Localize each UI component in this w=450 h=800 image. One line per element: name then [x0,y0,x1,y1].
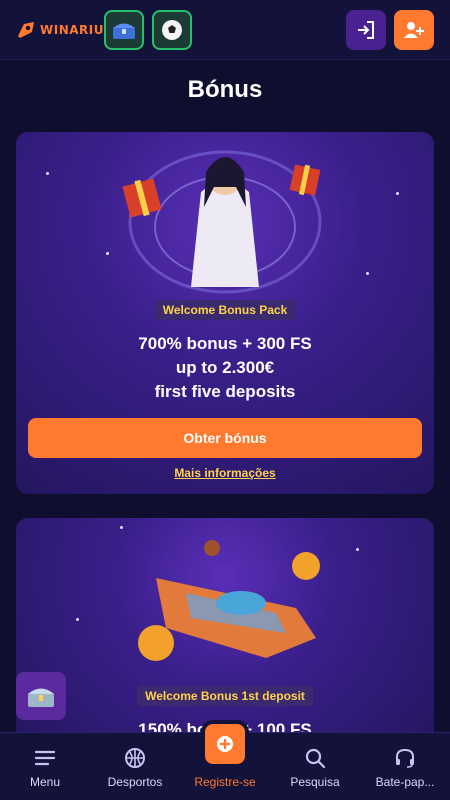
plus-icon [217,736,233,752]
register-header-button[interactable] [394,10,434,50]
nav-label: Desportos [107,775,163,789]
menu-icon [33,746,57,770]
offer-line: 700% bonus + 300 FS [138,334,312,353]
get-bonus-button[interactable]: Obter bónus [28,418,422,458]
bonus-badge: Welcome Bonus Pack [154,300,296,320]
add-user-icon [404,22,424,38]
nav-item-chat[interactable]: Bate-pap... [360,733,450,800]
page-title: Bónus [187,76,263,103]
bonus-offer: 700% bonus + 300 FS up to 2.300€ first f… [16,332,434,404]
headset-icon [393,746,417,770]
bonus-card: Welcome Bonus Pack 700% bonus + 300 FS u… [16,132,434,494]
search-icon [303,746,327,770]
sports-tile-button[interactable] [152,10,192,50]
nav-label: Menu [29,775,61,789]
more-info-link[interactable]: Mais informações [16,466,434,480]
nav-label: Registre-se [194,775,256,789]
header: WINARIUS [0,0,450,60]
nav-label: Bate-pap... [375,775,435,789]
soccer-ball-icon [162,20,182,40]
basketball-icon [123,746,147,770]
gift-box-right-icon [289,164,321,196]
spaceship-illustration [138,540,320,661]
bonus-card: Welcome Bonus 1st deposit 150% bonus + 1… [16,518,434,748]
offer-line: up to 2.300€ [175,358,275,377]
brand-logo[interactable]: WINARIUS [16,19,113,41]
brand-name: WINARIUS [40,23,114,37]
nav-label: Pesquisa [290,775,340,789]
nav-item-sports[interactable]: Desportos [90,733,180,800]
bonus-badge: Welcome Bonus 1st deposit [137,686,313,706]
mystery-box-button[interactable] [104,10,144,50]
rewards-chest-button[interactable] [16,672,66,720]
gift-box-left-icon [122,178,162,218]
login-icon [358,21,374,39]
offer-line: first five deposits [154,382,296,401]
rocket-logo-icon [18,22,34,38]
hero-character-illustration [122,150,322,294]
register-fab-button[interactable] [205,724,245,764]
nav-item-search[interactable]: Pesquisa [270,733,360,800]
treasure-chest-icon [113,23,135,39]
login-button[interactable] [346,10,386,50]
treasure-chest-icon [28,688,54,707]
nav-item-menu[interactable]: Menu [0,733,90,800]
